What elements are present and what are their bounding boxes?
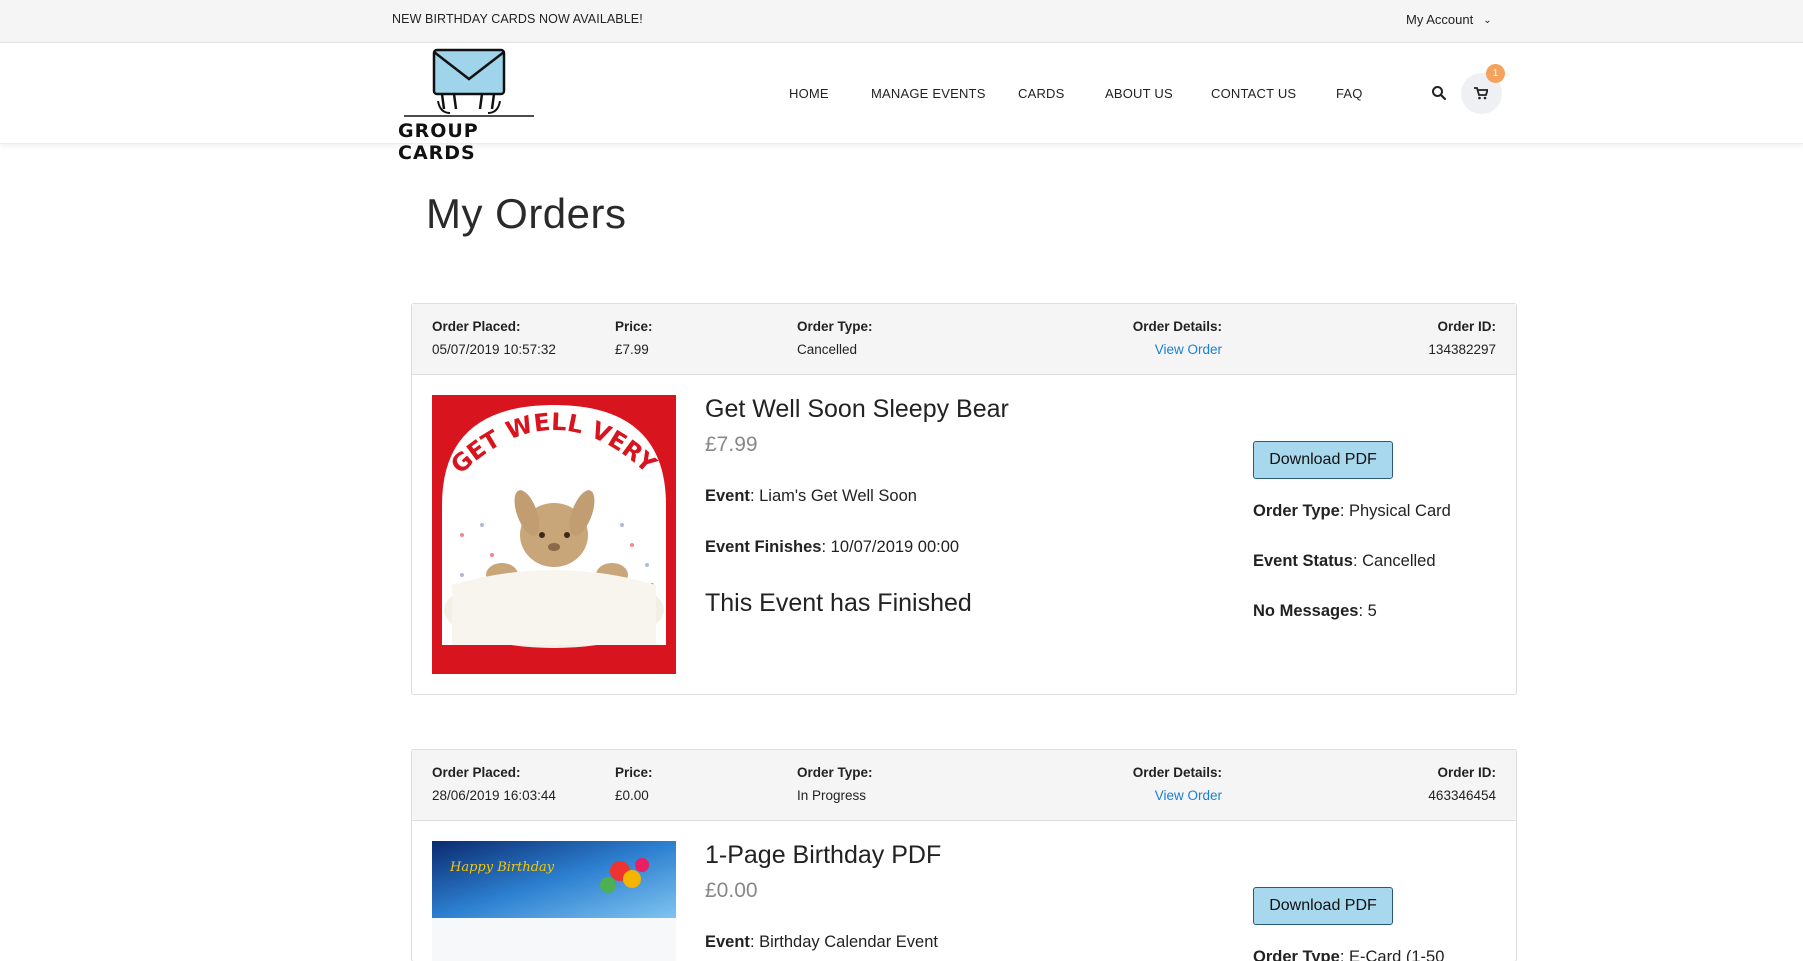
cart-icon (1474, 87, 1488, 100)
view-order-link[interactable]: View Order (1133, 342, 1222, 357)
card-printed-text: Happy Birthday (449, 860, 555, 875)
nav-faq[interactable]: FAQ (1336, 86, 1363, 101)
card-thumbnail-get-well[interactable]: GET WELL VERY SOON (432, 395, 676, 674)
order-type: Order Type: In Progress (797, 765, 873, 803)
order-placed: Order Placed: 28/06/2019 16:03:44 (432, 765, 556, 803)
order-body: GET WELL VERY SOON Get Well Soon Sleepy … (412, 375, 1516, 694)
price-value: £0.00 (615, 788, 649, 803)
event-finishes-value: 10/07/2019 00:00 (830, 538, 960, 556)
messages-value: 5 (1367, 602, 1377, 620)
order-id: Order ID: 463346454 (1428, 765, 1496, 803)
order-header: Order Placed: 05/07/2019 10:57:32 Price:… (412, 304, 1516, 375)
order-placed: Order Placed: 05/07/2019 10:57:32 (432, 319, 556, 357)
order-placed-value: 05/07/2019 10:57:32 (432, 342, 556, 357)
event-status-label: Event Status (1253, 552, 1353, 570)
order-id-label: Order ID (1437, 765, 1492, 780)
card-order-type-value: Physical Card (1349, 502, 1451, 520)
order-id: Order ID: 134382297 (1428, 319, 1496, 357)
event-finishes-label: Event Finishes (705, 538, 822, 556)
my-account-label: My Account (1406, 12, 1474, 27)
order-price: Price: £7.99 (615, 319, 653, 357)
order-details: Order Details: View Order (1132, 319, 1222, 357)
nav-about-us[interactable]: ABOUT US (1105, 86, 1173, 101)
order-id-value: 134382297 (1428, 342, 1496, 357)
order-type-line: Order Type: E-Card (1-50 (1253, 948, 1444, 961)
order-placed-label: Order Placed (432, 319, 517, 334)
event-status-line: Event Status: Cancelled (1253, 552, 1436, 570)
order-card: Order Placed: 05/07/2019 10:57:32 Price:… (411, 303, 1517, 695)
order-body: Happy Birthday 1-Page Birthday PDF £0.00… (412, 821, 1516, 961)
cart-button[interactable]: 1 (1461, 64, 1505, 114)
view-order-link[interactable]: View Order (1133, 788, 1222, 803)
nav-manage-events[interactable]: MANAGE EVENTS (871, 86, 986, 101)
order-type-label: Order Type (797, 765, 869, 780)
nav-contact-us[interactable]: CONTACT US (1211, 86, 1296, 101)
price-label: Price (615, 319, 649, 334)
event-value: Birthday Calendar Event (759, 933, 938, 951)
order-details-label: Order Details (1132, 319, 1218, 334)
promo-banner-text: NEW BIRTHDAY CARDS NOW AVAILABLE! (392, 12, 643, 26)
order-placed-value: 28/06/2019 16:03:44 (432, 788, 556, 803)
nav-cards[interactable]: CARDS (1018, 86, 1065, 101)
card-order-type-label: Order Type (1253, 948, 1340, 961)
card-order-type-value: E-Card (1-50 (1349, 948, 1445, 961)
event-line: Event: Birthday Calendar Event (705, 933, 938, 951)
search-icon[interactable] (1431, 85, 1447, 101)
group-cards-logo[interactable]: GROUP CARDS (394, 47, 544, 164)
order-type-label: Order Type (797, 319, 869, 334)
product-price: £0.00 (705, 879, 758, 902)
chevron-down-icon: ⌄ (1483, 15, 1492, 26)
order-type-value: In Progress (797, 788, 867, 803)
order-header: Order Placed: 28/06/2019 16:03:44 Price:… (412, 750, 1516, 821)
top-bar: NEW BIRTHDAY CARDS NOW AVAILABLE! My Acc… (0, 0, 1803, 43)
messages-line: No Messages: 5 (1253, 602, 1377, 620)
event-status-value: Cancelled (1362, 552, 1436, 570)
order-id-value: 463346454 (1428, 788, 1496, 803)
order-id-label: Order ID (1437, 319, 1492, 334)
messages-label: No Messages (1253, 602, 1359, 620)
cart-count-badge: 1 (1486, 64, 1505, 83)
order-placed-label: Order Placed (432, 765, 517, 780)
logo-text: GROUP CARDS (398, 120, 479, 164)
product-price: £7.99 (705, 433, 758, 456)
page-title: My Orders (426, 190, 627, 237)
product-title: 1-Page Birthday PDF (705, 841, 942, 869)
event-finished-notice: This Event has Finished (705, 589, 972, 617)
event-label: Event (705, 487, 750, 505)
order-details: Order Details: View Order (1132, 765, 1222, 803)
event-label: Event (705, 933, 750, 951)
download-pdf-button[interactable]: Download PDF (1253, 441, 1393, 479)
order-details-label: Order Details (1132, 765, 1218, 780)
my-account-dropdown[interactable]: My Account ⌄ (1406, 12, 1492, 27)
order-type-line: Order Type: Physical Card (1253, 502, 1451, 520)
card-order-type-label: Order Type (1253, 502, 1340, 520)
nav-home[interactable]: HOME (789, 86, 829, 101)
order-type-value: Cancelled (797, 342, 858, 357)
event-value: Liam's Get Well Soon (759, 487, 917, 505)
price-value: £7.99 (615, 342, 649, 357)
event-finishes-line: Event Finishes: 10/07/2019 00:00 (705, 538, 960, 556)
order-card: Order Placed: 28/06/2019 16:03:44 Price:… (411, 749, 1517, 961)
card-thumbnail-birthday[interactable]: Happy Birthday (432, 841, 676, 961)
product-title: Get Well Soon Sleepy Bear (705, 395, 1009, 423)
order-price: Price: £0.00 (615, 765, 653, 803)
site-header: GROUP CARDS HOME MANAGE EVENTS CARDS ABO… (0, 43, 1803, 164)
download-pdf-button[interactable]: Download PDF (1253, 887, 1393, 925)
event-line: Event: Liam's Get Well Soon (705, 487, 917, 505)
envelope-hands-icon (404, 48, 534, 117)
price-label: Price (615, 765, 649, 780)
order-type: Order Type: Cancelled (797, 319, 873, 357)
